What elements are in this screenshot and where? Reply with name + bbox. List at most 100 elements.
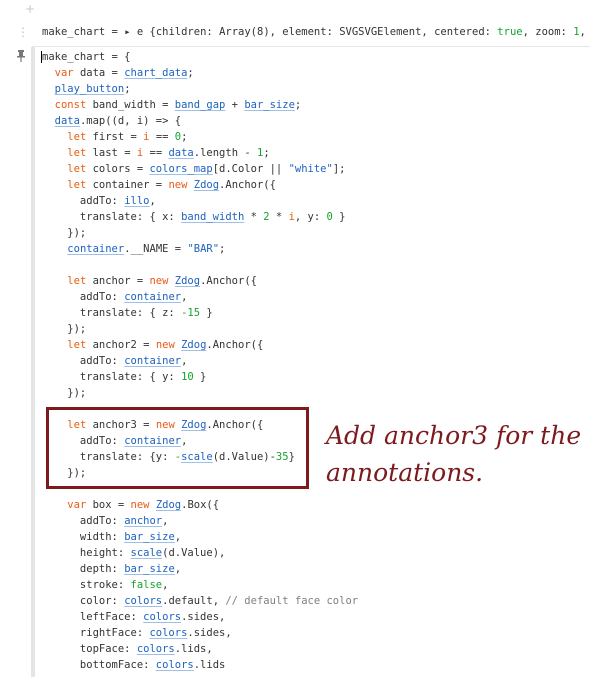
code-line[interactable]: addTo: anchor, — [42, 513, 358, 529]
code-line[interactable]: let first = i == 0; — [42, 129, 358, 145]
code-line[interactable]: let colors = colors_map[d.Color || "whit… — [42, 161, 358, 177]
code-line[interactable]: var data = chart_data; — [42, 65, 358, 81]
code-line[interactable]: }); — [42, 225, 358, 241]
code-token: leftFace: — [42, 611, 144, 623]
code-token: play_button — [54, 83, 125, 95]
annotation-text: Add anchor3 for the annotations. — [326, 421, 582, 487]
code-token: var — [54, 67, 74, 79]
code-token: ; — [263, 147, 270, 159]
code-line[interactable]: translate: { y: 10 } — [42, 369, 358, 385]
code-token: == — [149, 131, 175, 143]
code-token: addTo: — [42, 291, 125, 303]
code-line[interactable]: rightFace: colors.sides, — [42, 625, 358, 641]
code-token: addTo: — [42, 515, 125, 527]
code-token: band_width — [181, 211, 245, 223]
code-token: ; — [187, 67, 194, 79]
code-line[interactable]: make_chart = { — [41, 49, 358, 65]
code-token: "BAR" — [187, 243, 220, 255]
code-token: new — [168, 179, 188, 191]
code-line[interactable]: depth: bar_size, — [42, 561, 358, 577]
code-token: bar_size — [124, 563, 175, 575]
code-token: data — [168, 147, 194, 159]
code-token: Zdog — [155, 499, 182, 511]
code-token: + — [225, 99, 245, 111]
code-token: width: — [42, 531, 125, 543]
code-token: , — [181, 355, 188, 367]
code-token: let — [67, 339, 87, 351]
code-token: ; — [219, 243, 226, 255]
cell-output-value[interactable]: make_chart = ▸ e {children: Array(8), el… — [42, 25, 590, 39]
code-line[interactable]: let last = i == data.length - 1; — [42, 145, 358, 161]
code-line[interactable]: bottomFace: colors.lids — [42, 657, 358, 673]
code-token: .default, — [162, 595, 226, 607]
code-token: }); — [42, 323, 87, 335]
code-token: const — [54, 99, 87, 111]
code-line[interactable]: let anchor2 = new Zdog.Anchor({ — [42, 337, 358, 353]
code-token: colors = — [86, 163, 150, 175]
code-token: depth: — [42, 563, 125, 575]
code-token: translate: { z: — [42, 307, 182, 319]
code-line[interactable]: topFace: colors.lids, — [42, 641, 358, 657]
code-token: , — [162, 579, 169, 591]
code-token: illo — [124, 195, 150, 207]
code-line[interactable]: var box = new Zdog.Box({ — [42, 497, 358, 513]
cell-focus-gutter — [31, 47, 35, 677]
code-token: data — [54, 115, 80, 127]
code-token: } — [193, 371, 207, 383]
code-token: new — [155, 339, 175, 351]
cell-drag-handle-icon[interactable]: ⋮ — [17, 26, 29, 38]
code-line[interactable]: let container = new Zdog.Anchor({ — [42, 177, 358, 193]
code-token: .lids, — [174, 643, 213, 655]
output-equals: = — [105, 26, 125, 38]
code-line[interactable]: width: bar_size, — [42, 529, 358, 545]
code-line[interactable]: height: scale(d.Value), — [42, 545, 358, 561]
code-token: scale — [130, 547, 163, 559]
code-token: container — [67, 243, 125, 255]
code-line[interactable]: stroke: false, — [42, 577, 358, 593]
code-token: (d.Value), — [162, 547, 226, 559]
code-line[interactable] — [42, 257, 358, 273]
code-token: }); — [42, 387, 87, 399]
code-token: colors — [149, 627, 188, 639]
code-line[interactable]: addTo: container, — [42, 289, 358, 305]
code-token: data = — [73, 67, 125, 79]
output-key: element — [282, 26, 327, 38]
code-token: anchor — [124, 515, 163, 527]
code-token: container — [124, 291, 182, 303]
code-token: addTo: — [42, 195, 125, 207]
code-token: // default face color — [225, 595, 359, 607]
code-line[interactable]: addTo: illo, — [42, 193, 358, 209]
code-line[interactable]: translate: { x: band_width * 2 * i, y: 0… — [42, 209, 358, 225]
code-token: .sides, — [187, 627, 232, 639]
code-token: stroke: — [42, 579, 131, 591]
code-line[interactable]: container.__NAME = "BAR"; — [42, 241, 358, 257]
pin-icon[interactable] — [14, 49, 28, 63]
add-cell-icon[interactable]: + — [25, 3, 35, 15]
code-token: let — [67, 275, 87, 287]
output-key: zoom — [535, 26, 561, 38]
code-line[interactable]: }); — [42, 321, 358, 337]
code-line[interactable]: addTo: container, — [42, 353, 358, 369]
code-line[interactable]: }); — [42, 385, 358, 401]
code-editor[interactable]: make_chart = { var data = chart_data; pl… — [41, 49, 358, 673]
code-line[interactable]: const band_width = band_gap + bar_size; — [42, 97, 358, 113]
code-line[interactable]: translate: { z: -15 } — [42, 305, 358, 321]
output-value: 1 — [573, 26, 580, 38]
code-token: var — [67, 499, 87, 511]
code-token: let — [67, 179, 87, 191]
code-line[interactable]: play_button; — [42, 81, 358, 97]
code-line[interactable]: color: colors.default, // default face c… — [42, 593, 358, 609]
expand-arrow-icon[interactable]: ▸ — [124, 26, 130, 38]
code-line[interactable]: data.map((d, i) => { — [42, 113, 358, 129]
code-line[interactable]: leftFace: colors.sides, — [42, 609, 358, 625]
code-token: last = — [86, 147, 137, 159]
code-token: ]; — [332, 163, 346, 175]
output-value: Array(8) — [219, 26, 270, 38]
code-token: false — [130, 579, 163, 591]
code-line[interactable]: let anchor = new Zdog.Anchor({ — [42, 273, 358, 289]
code-token: ; — [181, 131, 188, 143]
